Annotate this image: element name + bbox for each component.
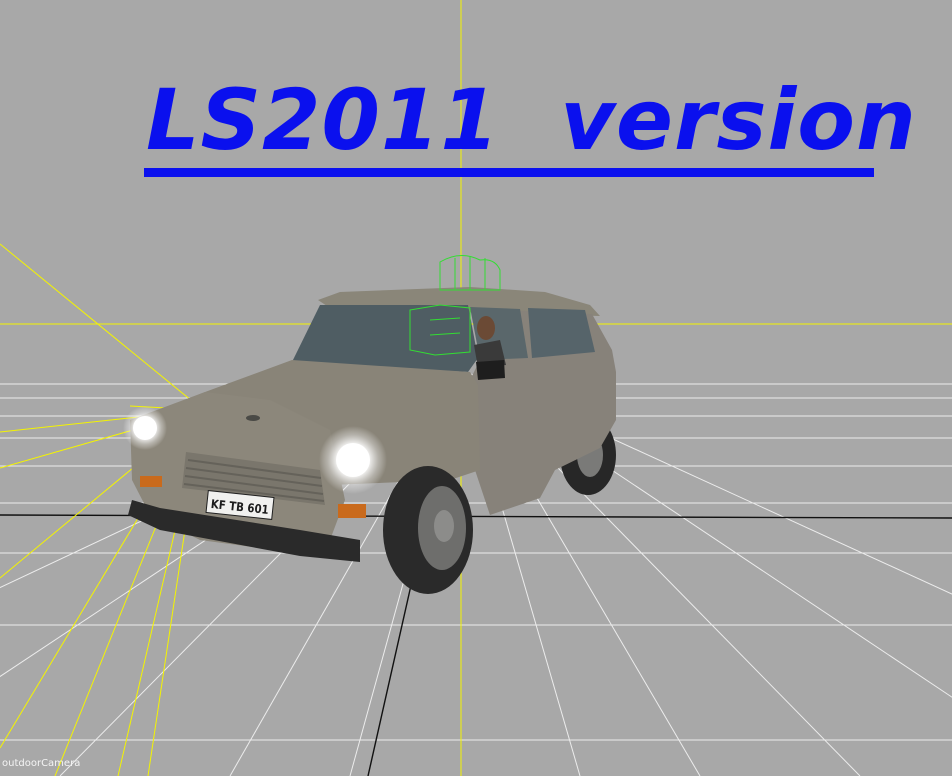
left-headlight (133, 416, 157, 440)
front-hubcap (434, 510, 454, 542)
title-underline (144, 168, 874, 177)
driver-head (477, 316, 495, 340)
camera-label: outdoorCamera (2, 758, 81, 769)
hood-emblem (246, 415, 260, 421)
trabant-car-model[interactable]: KF TB 601 (123, 255, 616, 594)
world-axes (0, 514, 952, 776)
left-turn-signal (140, 476, 162, 487)
right-turn-signal (338, 504, 366, 518)
right-headlight (336, 443, 370, 477)
3d-viewport[interactable]: KF TB 601 LS2011 version outdoorCamera (0, 0, 952, 776)
side-window (528, 308, 595, 358)
version-title: LS2011 version (146, 71, 917, 169)
side-mirror (476, 360, 505, 380)
